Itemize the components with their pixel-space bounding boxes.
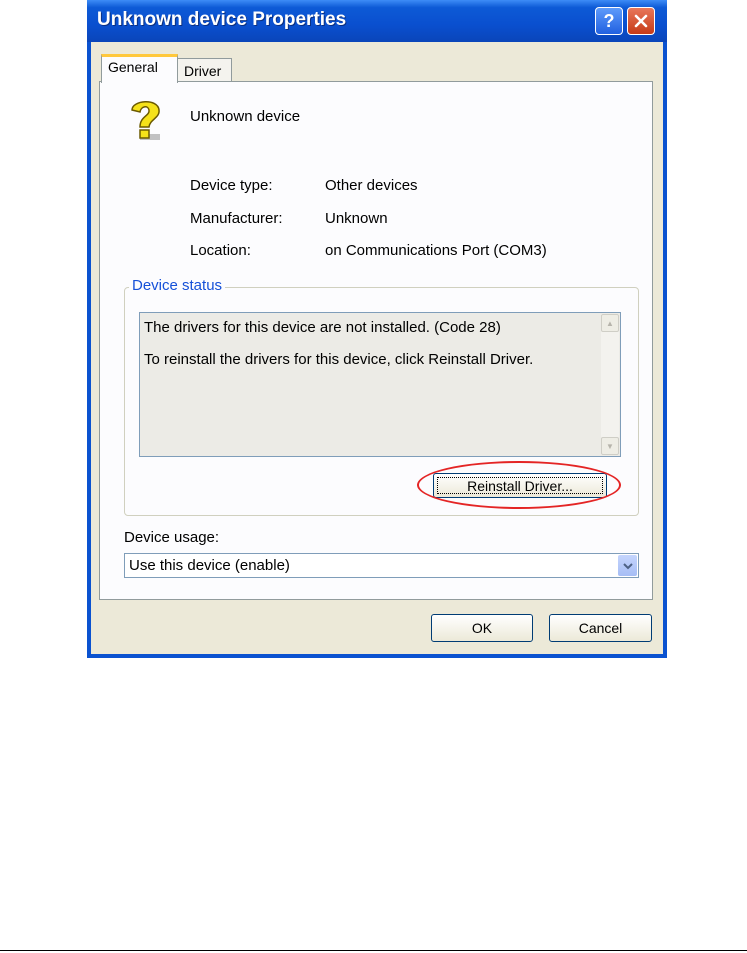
properties-dialog: Unknown device Properties ? General Driv… (87, 0, 667, 658)
chevron-up-icon: ▲ (606, 318, 614, 328)
device-status-legend: Device status (129, 277, 226, 294)
chevron-down-icon: ▼ (606, 441, 614, 451)
ok-label: OK (471, 620, 493, 636)
device-status-group: Device status The drivers for this devic… (124, 277, 639, 516)
scroll-down-button[interactable]: ▼ (601, 437, 619, 455)
device-type-label: Device type: (190, 177, 273, 194)
device-usage-label: Device usage: (124, 529, 220, 546)
tab-general[interactable]: General (101, 54, 178, 83)
tab-general-label: General (108, 59, 158, 75)
window-title: Unknown device Properties (97, 9, 347, 30)
device-status-textbox[interactable]: The drivers for this device are not inst… (139, 312, 621, 457)
page-bottom-rule (0, 950, 747, 951)
dropdown-button[interactable] (618, 555, 637, 576)
status-scrollbar[interactable]: ▲ ▼ (601, 314, 619, 455)
device-type-value: Other devices (325, 177, 418, 194)
device-usage-value: Use this device (enable) (129, 557, 290, 574)
cancel-label: Cancel (578, 620, 623, 636)
location-label: Location: (190, 242, 251, 259)
manufacturer-value: Unknown (325, 210, 388, 227)
status-message-line1: The drivers for this device are not inst… (144, 319, 501, 336)
device-name: Unknown device (190, 108, 301, 125)
close-icon (634, 14, 648, 28)
tab-driver-label: Driver (184, 63, 222, 79)
location-value: on Communications Port (COM3) (325, 242, 547, 259)
help-button[interactable]: ? (595, 7, 623, 35)
manufacturer-label: Manufacturer: (190, 210, 283, 227)
title-bar[interactable]: Unknown device Properties ? (87, 0, 667, 42)
ok-button[interactable]: OK (431, 614, 533, 642)
general-tab-panel: Unknown device Device type: Other device… (99, 81, 653, 600)
cancel-button[interactable]: Cancel (549, 614, 652, 642)
question-icon: ? (603, 11, 615, 31)
reinstall-driver-button[interactable]: Reinstall Driver... (433, 473, 607, 498)
chevron-down-icon (622, 562, 633, 569)
dialog-client-area: General Driver Unknown device Device typ… (91, 42, 663, 654)
focus-rectangle (437, 477, 603, 494)
unknown-device-question-icon (131, 101, 160, 140)
device-usage-dropdown[interactable]: Use this device (enable) (124, 553, 639, 578)
close-button[interactable] (627, 7, 655, 35)
status-message-line2: To reinstall the drivers for this device… (144, 351, 534, 368)
scroll-up-button[interactable]: ▲ (601, 314, 619, 332)
